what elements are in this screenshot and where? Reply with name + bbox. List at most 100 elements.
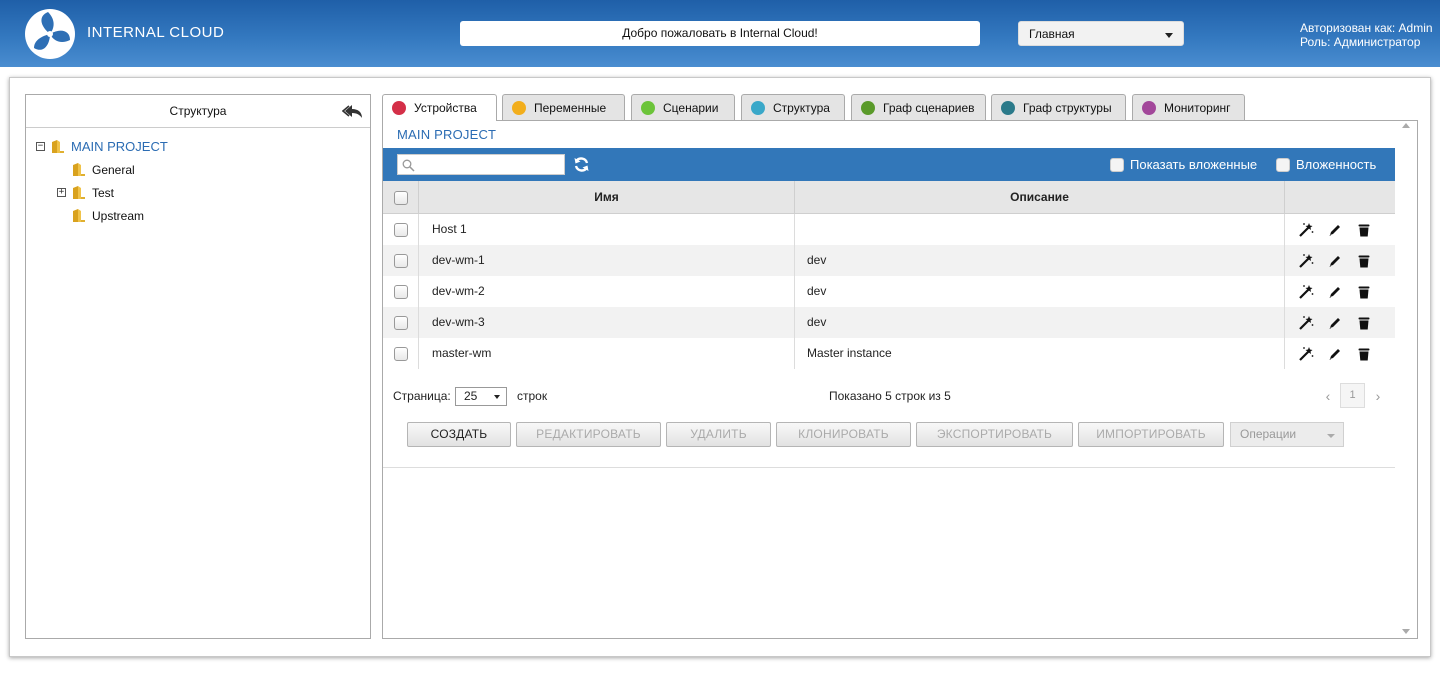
row-name: dev-wm-2 (419, 276, 795, 307)
collapse-left-icon[interactable] (342, 103, 364, 119)
magic-wand-icon[interactable] (1298, 284, 1314, 300)
devices-table: Имя Описание Host 1 dev-wm-1 dev dev-wm-… (383, 181, 1395, 369)
row-description: dev (795, 276, 1285, 307)
row-select-cell (383, 276, 419, 307)
operations-select[interactable]: Операции (1230, 422, 1344, 447)
tree-title: Структура (169, 104, 227, 118)
row-actions (1285, 338, 1395, 369)
search-input[interactable] (398, 155, 564, 174)
row-checkbox[interactable] (393, 346, 408, 361)
page-size-value: 25 (464, 389, 478, 403)
column-header-description[interactable]: Описание (795, 181, 1285, 214)
import-button[interactable]: ИМПОРТИРОВАТЬ (1078, 422, 1224, 447)
nesting-checkbox[interactable]: Вложенность (1276, 157, 1376, 172)
table-row[interactable]: Host 1 (383, 214, 1395, 245)
prev-page-icon[interactable]: ‹ (1317, 384, 1339, 408)
folder-icon (73, 186, 85, 199)
row-select-cell (383, 338, 419, 369)
table-row[interactable]: dev-wm-1 dev (383, 245, 1395, 276)
tab-label: Граф структуры (1023, 100, 1112, 115)
row-select-cell (383, 245, 419, 276)
refresh-icon[interactable] (573, 156, 590, 173)
pencil-icon[interactable] (1327, 222, 1343, 238)
panel-scrollbar[interactable] (1395, 121, 1417, 638)
tab-color-dot-icon (392, 101, 406, 115)
page-label: Страница: (393, 389, 451, 403)
row-description: dev (795, 307, 1285, 338)
chevron-down-icon (1165, 33, 1173, 38)
page-size-select[interactable]: 25 (455, 387, 507, 406)
row-checkbox[interactable] (393, 222, 408, 237)
table-header: Имя Описание (383, 181, 1395, 214)
breadcrumb[interactable]: MAIN PROJECT (397, 127, 496, 142)
column-header-actions (1285, 181, 1395, 214)
next-page-icon[interactable]: › (1367, 384, 1389, 408)
tree-item-general[interactable]: General (72, 162, 135, 177)
collapse-node-icon[interactable]: − (36, 142, 45, 151)
magic-wand-icon[interactable] (1298, 315, 1314, 331)
search-box (397, 154, 565, 175)
trash-icon[interactable] (1356, 284, 1372, 300)
tree-item-upstream[interactable]: Upstream (72, 208, 144, 223)
app-title: INTERNAL CLOUD (87, 24, 225, 41)
page-number-button[interactable]: 1 (1340, 383, 1365, 408)
clone-button[interactable]: КЛОНИРОВАТЬ (776, 422, 911, 447)
delete-button[interactable]: УДАЛИТЬ (666, 422, 771, 447)
create-button[interactable]: СОЗДАТЬ (407, 422, 511, 447)
chevron-down-icon (494, 395, 500, 399)
tab-scenarios[interactable]: Сценарии (631, 94, 735, 120)
pencil-icon[interactable] (1327, 253, 1343, 269)
row-checkbox[interactable] (393, 315, 408, 330)
main-nav-select-value: Главная (1029, 27, 1075, 41)
tab-label: Сценарии (663, 100, 719, 115)
select-all-checkbox[interactable] (393, 190, 408, 205)
trash-icon[interactable] (1356, 346, 1372, 362)
tab-scenario-graph[interactable]: Граф сценариев (851, 94, 986, 120)
row-name: dev-wm-1 (419, 245, 795, 276)
edit-button[interactable]: РЕДАКТИРОВАТЬ (516, 422, 661, 447)
folder-icon (52, 140, 64, 153)
internal-cloud-logo-icon[interactable] (24, 8, 76, 60)
table-row[interactable]: dev-wm-3 dev (383, 307, 1395, 338)
scroll-down-icon[interactable] (1402, 629, 1410, 634)
row-name: master-wm (419, 338, 795, 369)
tab-structure-graph[interactable]: Граф структуры (991, 94, 1126, 120)
checkbox-box[interactable] (1276, 157, 1290, 172)
column-header-name[interactable]: Имя (419, 181, 795, 214)
pencil-icon[interactable] (1327, 315, 1343, 331)
tab-devices[interactable]: Устройства (382, 94, 497, 121)
table-row[interactable]: master-wm Master instance (383, 338, 1395, 369)
tab-label: Переменные (534, 100, 607, 115)
tree-root[interactable]: − MAIN PROJECT (36, 139, 168, 154)
tab-color-dot-icon (861, 100, 875, 115)
tree-item-test[interactable]: + Test (57, 185, 114, 200)
trash-icon[interactable] (1356, 253, 1372, 269)
main-nav-select[interactable]: Главная (1018, 21, 1184, 46)
row-checkbox[interactable] (393, 253, 408, 268)
tab-color-dot-icon (512, 100, 526, 115)
export-button[interactable]: ЭКСПОРТИРОВАТЬ (916, 422, 1073, 447)
row-description: Master instance (795, 338, 1285, 369)
pencil-icon[interactable] (1327, 346, 1343, 362)
row-select-cell (383, 307, 419, 338)
tree-root-label: MAIN PROJECT (71, 139, 168, 154)
tab-monitoring[interactable]: Мониторинг (1132, 94, 1245, 120)
show-nested-checkbox[interactable]: Показать вложенные (1110, 157, 1257, 172)
divider (383, 467, 1395, 468)
tab-variables[interactable]: Переменные (502, 94, 625, 120)
checkbox-box[interactable] (1110, 157, 1124, 172)
table-row[interactable]: dev-wm-2 dev (383, 276, 1395, 307)
scroll-up-icon[interactable] (1402, 123, 1410, 128)
trash-icon[interactable] (1356, 315, 1372, 331)
magic-wand-icon[interactable] (1298, 346, 1314, 362)
trash-icon[interactable] (1356, 222, 1372, 238)
magic-wand-icon[interactable] (1298, 222, 1314, 238)
magic-wand-icon[interactable] (1298, 253, 1314, 269)
tab-structure[interactable]: Структура (741, 94, 845, 120)
expand-node-icon[interactable]: + (57, 188, 66, 197)
row-actions (1285, 245, 1395, 276)
row-checkbox[interactable] (393, 284, 408, 299)
tree-item-label: Upstream (92, 208, 145, 223)
operations-label: Операции (1240, 427, 1297, 441)
pencil-icon[interactable] (1327, 284, 1343, 300)
